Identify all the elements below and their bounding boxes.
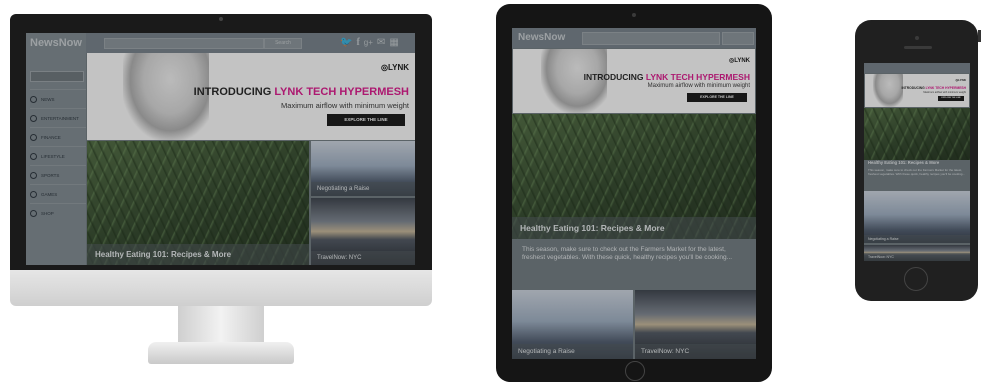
featured-article-title: Healthy Eating 101: Recipes & More xyxy=(87,244,309,265)
ad-title-prefix: INTRODUCING xyxy=(193,86,275,98)
desktop-monitor-base xyxy=(148,342,294,364)
ad-title-highlight: LYNK TECH HYPERMESH xyxy=(274,86,409,98)
sidebar-item-label: SPORTS xyxy=(41,172,60,178)
sidebar-item-finance[interactable]: FINANCE xyxy=(30,127,86,146)
desktop-camera xyxy=(219,17,223,21)
sidebar-item-label: FINANCE xyxy=(41,134,61,140)
ad-cta-button[interactable]: EXPLORE THE LINE xyxy=(938,96,964,101)
ad-model-image xyxy=(873,74,903,107)
sidebar-item-label: GAMES xyxy=(41,191,58,197)
ad-title: INTRODUCING LYNK TECH HYPERMESH xyxy=(584,72,750,82)
sidebar-item-entertainment[interactable]: ENTERTAINMENT xyxy=(30,108,86,127)
ad-title-prefix: INTRODUCING xyxy=(901,86,926,90)
ad-title: INTRODUCING LYNK TECH HYPERMESH xyxy=(194,86,409,98)
phone-speaker xyxy=(904,46,932,49)
search-input[interactable] xyxy=(104,38,264,49)
ad-subtitle: Maximum airflow with minimum weight xyxy=(647,83,750,89)
googleplus-icon[interactable]: g+ xyxy=(364,37,373,49)
sidebar-menu: NEWS ENTERTAINMENT FINANCE LIFESTYLE SPO… xyxy=(30,89,86,222)
sidebar-item-label: NEWS xyxy=(41,96,55,102)
sidebar-item-games[interactable]: GAMES xyxy=(30,184,86,203)
ad-title-highlight: LYNK TECH HYPERMESH xyxy=(645,72,750,82)
search-button[interactable]: Search xyxy=(264,38,302,49)
article-card-title: TravelNow: NYC xyxy=(311,251,415,265)
circle-icon xyxy=(30,190,37,198)
article-card-title: TravelNow: NYC xyxy=(864,253,970,261)
mail-icon[interactable]: ✉ xyxy=(377,37,385,49)
desktop-monitor-chin xyxy=(10,270,432,306)
facebook-icon[interactable]: f xyxy=(356,37,359,49)
tablet-ad-banner[interactable]: ◎LYNK INTRODUCING LYNK TECH HYPERMESH Ma… xyxy=(513,49,755,113)
article-card-title: Negotiating a Raise xyxy=(512,344,633,359)
tablet-logo[interactable]: NewsNow xyxy=(518,32,565,43)
phone-ad-banner[interactable]: ◎LYNK INTRODUCING LYNK TECH HYPERMESH Ma… xyxy=(865,74,969,107)
ad-brand-logo: ◎LYNK xyxy=(380,63,409,72)
article-card[interactable]: TravelNow: NYC xyxy=(864,245,970,261)
article-card[interactable]: Negotiating a Raise xyxy=(512,290,633,359)
ad-title-highlight: LYNK TECH HYPERMESH xyxy=(925,86,966,90)
tablet-screen: NewsNow ◎LYNK INTRODUCING LYNK TECH HYPE… xyxy=(512,28,756,359)
ad-title: INTRODUCING LYNK TECH HYPERMESH xyxy=(901,86,966,90)
circle-icon xyxy=(30,171,37,179)
phone-home-button[interactable] xyxy=(904,267,928,291)
circle-icon xyxy=(30,133,37,141)
sidebar-item-shop[interactable]: SHOP xyxy=(30,203,86,222)
social-icons: 🐦 f g+ ✉ ▦ xyxy=(340,37,399,49)
desktop-screen: NewsNow NEWS ENTERTAINMENT FINANCE LIFES… xyxy=(26,33,415,265)
phone-camera xyxy=(915,36,919,40)
circle-icon xyxy=(30,114,37,122)
article-card[interactable]: TravelNow: NYC xyxy=(635,290,756,359)
sidebar-button[interactable] xyxy=(30,71,84,82)
featured-article-title: Healthy Eating 101: Recipes & More xyxy=(868,160,940,165)
grid-icon[interactable]: ▦ xyxy=(389,37,398,49)
article-card-title: Negotiating a Raise xyxy=(311,182,415,196)
phone-screen: ◎LYNK INTRODUCING LYNK TECH HYPERMESH Ma… xyxy=(864,63,970,261)
tablet-search-input[interactable] xyxy=(582,32,720,45)
twitter-icon[interactable]: 🐦 xyxy=(340,37,352,49)
ad-subtitle: Maximum airflow with minimum weight xyxy=(281,101,409,110)
tablet-search-button[interactable] xyxy=(722,32,754,45)
desktop-monitor-stand xyxy=(178,306,264,344)
ad-cta-button[interactable]: EXPLORE THE LINE xyxy=(687,93,747,102)
tablet-home-button[interactable] xyxy=(625,361,645,381)
logo[interactable]: NewsNow xyxy=(30,37,82,49)
tablet-camera xyxy=(632,13,636,17)
phone-side-button xyxy=(978,30,981,42)
circle-icon xyxy=(30,209,37,217)
sidebar-item-label: ENTERTAINMENT xyxy=(41,115,79,121)
featured-article[interactable]: Healthy Eating 101: Recipes & More xyxy=(512,114,756,239)
ad-title-prefix: INTRODUCING xyxy=(583,72,646,82)
ad-brand-logo: ◎LYNK xyxy=(728,58,750,64)
ad-brand-logo: ◎LYNK xyxy=(955,78,966,82)
ad-cta-button[interactable]: EXPLORE THE LINE xyxy=(327,114,405,126)
phone-top-bar xyxy=(864,63,970,73)
featured-article-summary: This season, make sure to check out the … xyxy=(868,168,965,176)
ad-banner[interactable]: ◎LYNK INTRODUCING LYNK TECH HYPERMESH Ma… xyxy=(87,53,415,140)
featured-article[interactable] xyxy=(864,108,970,160)
featured-article-title: Healthy Eating 101: Recipes & More xyxy=(512,217,756,239)
article-card-title: TravelNow: NYC xyxy=(635,344,756,359)
sidebar-item-sports[interactable]: SPORTS xyxy=(30,165,86,184)
sidebar-item-news[interactable]: NEWS xyxy=(30,89,86,108)
featured-article[interactable]: Healthy Eating 101: Recipes & More xyxy=(87,141,309,265)
sidebar-item-label: LIFESTYLE xyxy=(41,153,65,159)
sidebar-item-label: SHOP xyxy=(41,210,54,216)
circle-icon xyxy=(30,95,37,103)
article-card[interactable]: Negotiating a Raise xyxy=(864,191,970,243)
featured-article-summary: This season, make sure to check out the … xyxy=(522,246,733,261)
sidebar-item-lifestyle[interactable]: LIFESTYLE xyxy=(30,146,86,165)
article-card[interactable]: Negotiating a Raise xyxy=(311,141,415,196)
article-card-title: Negotiating a Raise xyxy=(864,235,970,243)
article-card[interactable]: TravelNow: NYC xyxy=(311,198,415,265)
circle-icon xyxy=(30,152,37,160)
ad-subtitle: Maximum airflow with minimum weight xyxy=(923,91,966,94)
